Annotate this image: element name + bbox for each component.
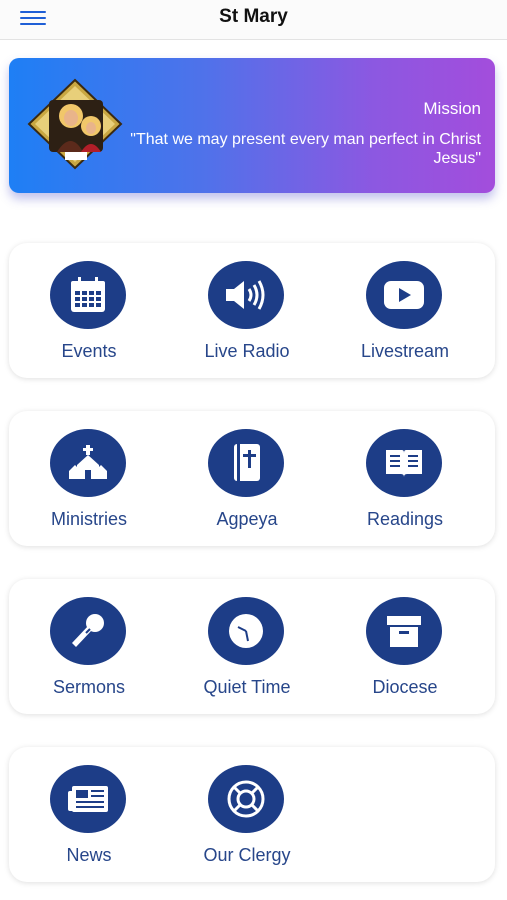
readings-label: Readings (366, 509, 444, 529)
calendar-icon (50, 261, 126, 329)
app-header: St Mary (0, 0, 507, 40)
live-radio-label: Live Radio (204, 341, 290, 361)
open-book-icon (366, 429, 442, 497)
live-radio-button[interactable]: Live Radio (167, 261, 327, 371)
clock-icon (208, 597, 284, 665)
agpeya-label: Agpeya (216, 509, 278, 529)
mission-quote: "That we may present every man perfect i… (130, 131, 481, 167)
church-icon (50, 429, 126, 497)
sermons-button[interactable]: Sermons (9, 597, 169, 707)
livestream-button[interactable]: Livestream (325, 261, 485, 371)
mission-title: Mission (423, 99, 481, 118)
news-button[interactable]: News (9, 765, 169, 875)
ministries-label: Ministries (50, 509, 127, 529)
events-button[interactable]: Events (9, 261, 169, 371)
archive-box-icon (366, 597, 442, 665)
speaker-icon (208, 261, 284, 329)
page-title: St Mary (219, 6, 288, 27)
play-icon (366, 261, 442, 329)
quiet-time-button[interactable]: Quiet Time (167, 597, 327, 707)
lifebuoy-icon (208, 765, 284, 833)
menu-card-row-2: Ministries Agpeya Readings (9, 411, 495, 546)
news-label: News (66, 845, 112, 865)
menu-card-row-3: Sermons Quiet Time Diocese (9, 579, 495, 714)
bible-icon (208, 429, 284, 497)
mission-banner: Mission "That we may present every man p… (9, 58, 495, 193)
menu-card-row-1: Events Live Radio Livestream (9, 243, 495, 378)
menu-card-row-4: News Our Clergy (9, 747, 495, 882)
quiet-time-label: Quiet Time (203, 677, 291, 697)
livestream-label: Livestream (360, 341, 450, 361)
sermons-label: Sermons (52, 677, 126, 697)
diocese-button[interactable]: Diocese (325, 597, 485, 707)
agpeya-button[interactable]: Agpeya (167, 429, 327, 539)
diocese-label: Diocese (372, 677, 438, 697)
events-label: Events (61, 341, 117, 361)
microphone-icon (50, 597, 126, 665)
our-clergy-label: Our Clergy (203, 845, 291, 865)
readings-button[interactable]: Readings (325, 429, 485, 539)
our-clergy-button[interactable]: Our Clergy (167, 765, 327, 875)
newspaper-icon (50, 765, 126, 833)
ministries-button[interactable]: Ministries (9, 429, 169, 539)
